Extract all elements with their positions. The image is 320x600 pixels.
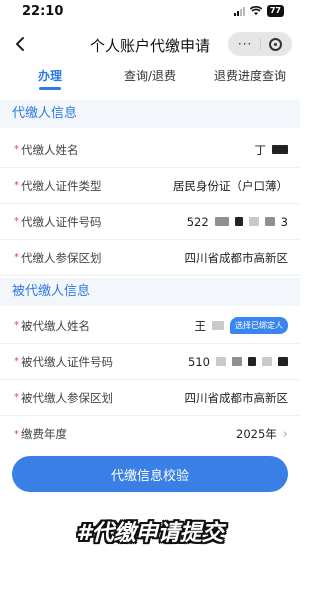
required-mark: * [14,216,19,227]
payee-region-label: 被代缴人参保区划 [21,390,113,405]
signal-icon [233,6,245,16]
privacy-mask [278,357,288,366]
tab-refund-progress[interactable]: 退费进度查询 [200,62,300,92]
verify-info-button[interactable]: 代缴信息校验 [12,456,288,492]
required-mark: * [14,392,19,403]
payer-region-row[interactable]: * 代缴人参保区划 四川省成都市高新区 [0,240,300,276]
payee-region-row[interactable]: * 被代缴人参保区划 四川省成都市高新区 [0,380,300,416]
payment-year-row[interactable]: * 缴费年度 2025年 › [0,416,300,452]
section-header-payee: 被代缴人信息 [0,278,300,306]
payee-id-number-label: 被代缴人证件号码 [21,354,113,369]
privacy-mask [262,357,272,366]
payee-id-number-row[interactable]: * 被代缴人证件号码 510 [0,344,300,380]
wifi-icon [249,6,262,15]
required-mark: * [14,180,19,191]
payer-id-number-label: 代缴人证件号码 [21,214,102,229]
privacy-mask [212,321,224,330]
select-bound-person-button[interactable]: 选择已绑定人 [230,317,288,334]
payee-name-label: 被代缴人姓名 [21,318,90,333]
tab-handle[interactable]: 办理 [0,62,100,92]
payer-region-label: 代缴人参保区划 [21,250,102,265]
status-bar: 22:10 77 [0,0,300,22]
tab-bar: 办理 查询/退费 退费进度查询 [0,62,300,92]
payment-year-value: 2025年 [236,427,277,441]
privacy-mask [248,357,256,366]
payer-name-value: 丁 [254,142,267,157]
close-circle-icon[interactable] [269,37,283,51]
payer-id-suffix: 3 [280,214,288,229]
payer-id-type-row[interactable]: * 代缴人证件类型 居民身份证（户口薄） [0,168,300,204]
payer-name-row[interactable]: * 代缴人姓名 丁 [0,132,300,168]
privacy-mask [272,145,288,154]
privacy-mask [232,357,242,366]
payer-id-prefix: 522 [186,214,209,229]
back-chevron-icon [16,37,24,51]
payer-region-value: 四川省成都市高新区 [184,250,289,265]
more-dots-icon[interactable]: ··· [238,37,252,51]
payment-year-label: 缴费年度 [21,427,67,441]
required-mark: * [14,320,19,331]
payer-id-type-value: 居民身份证（户口薄） [173,178,288,193]
overlay-caption: #代缴申请提交 [76,521,224,546]
payer-name-label: 代缴人姓名 [21,142,79,157]
payer-id-type-label: 代缴人证件类型 [21,178,102,193]
privacy-mask [264,217,275,226]
battery-icon: 77 [266,5,284,17]
status-time: 22:10 [22,3,64,19]
required-mark: * [14,356,19,367]
privacy-mask [248,217,259,226]
nav-bar: 个人账户代缴申请 ··· [0,26,300,62]
mini-program-capsule: ··· [228,32,292,56]
privacy-mask [234,217,243,226]
required-mark: * [14,252,19,263]
status-icons: 77 [233,5,284,17]
payee-id-prefix: 510 [188,354,210,369]
privacy-mask [214,217,229,226]
payer-id-number-row[interactable]: * 代缴人证件号码 522 3 [0,204,300,240]
back-button[interactable] [8,32,32,56]
payee-name-value: 王 [194,318,207,333]
payee-region-value: 四川省成都市高新区 [184,390,289,405]
chevron-right-icon: › [282,426,288,442]
required-mark: * [14,428,19,440]
capsule-divider [260,38,262,50]
required-mark: * [14,144,19,155]
section-header-payer: 代缴人信息 [0,100,300,128]
payee-name-row[interactable]: * 被代缴人姓名 王 选择已绑定人 [0,308,300,344]
privacy-mask [216,357,226,366]
tab-query-refund[interactable]: 查询/退费 [100,62,200,92]
